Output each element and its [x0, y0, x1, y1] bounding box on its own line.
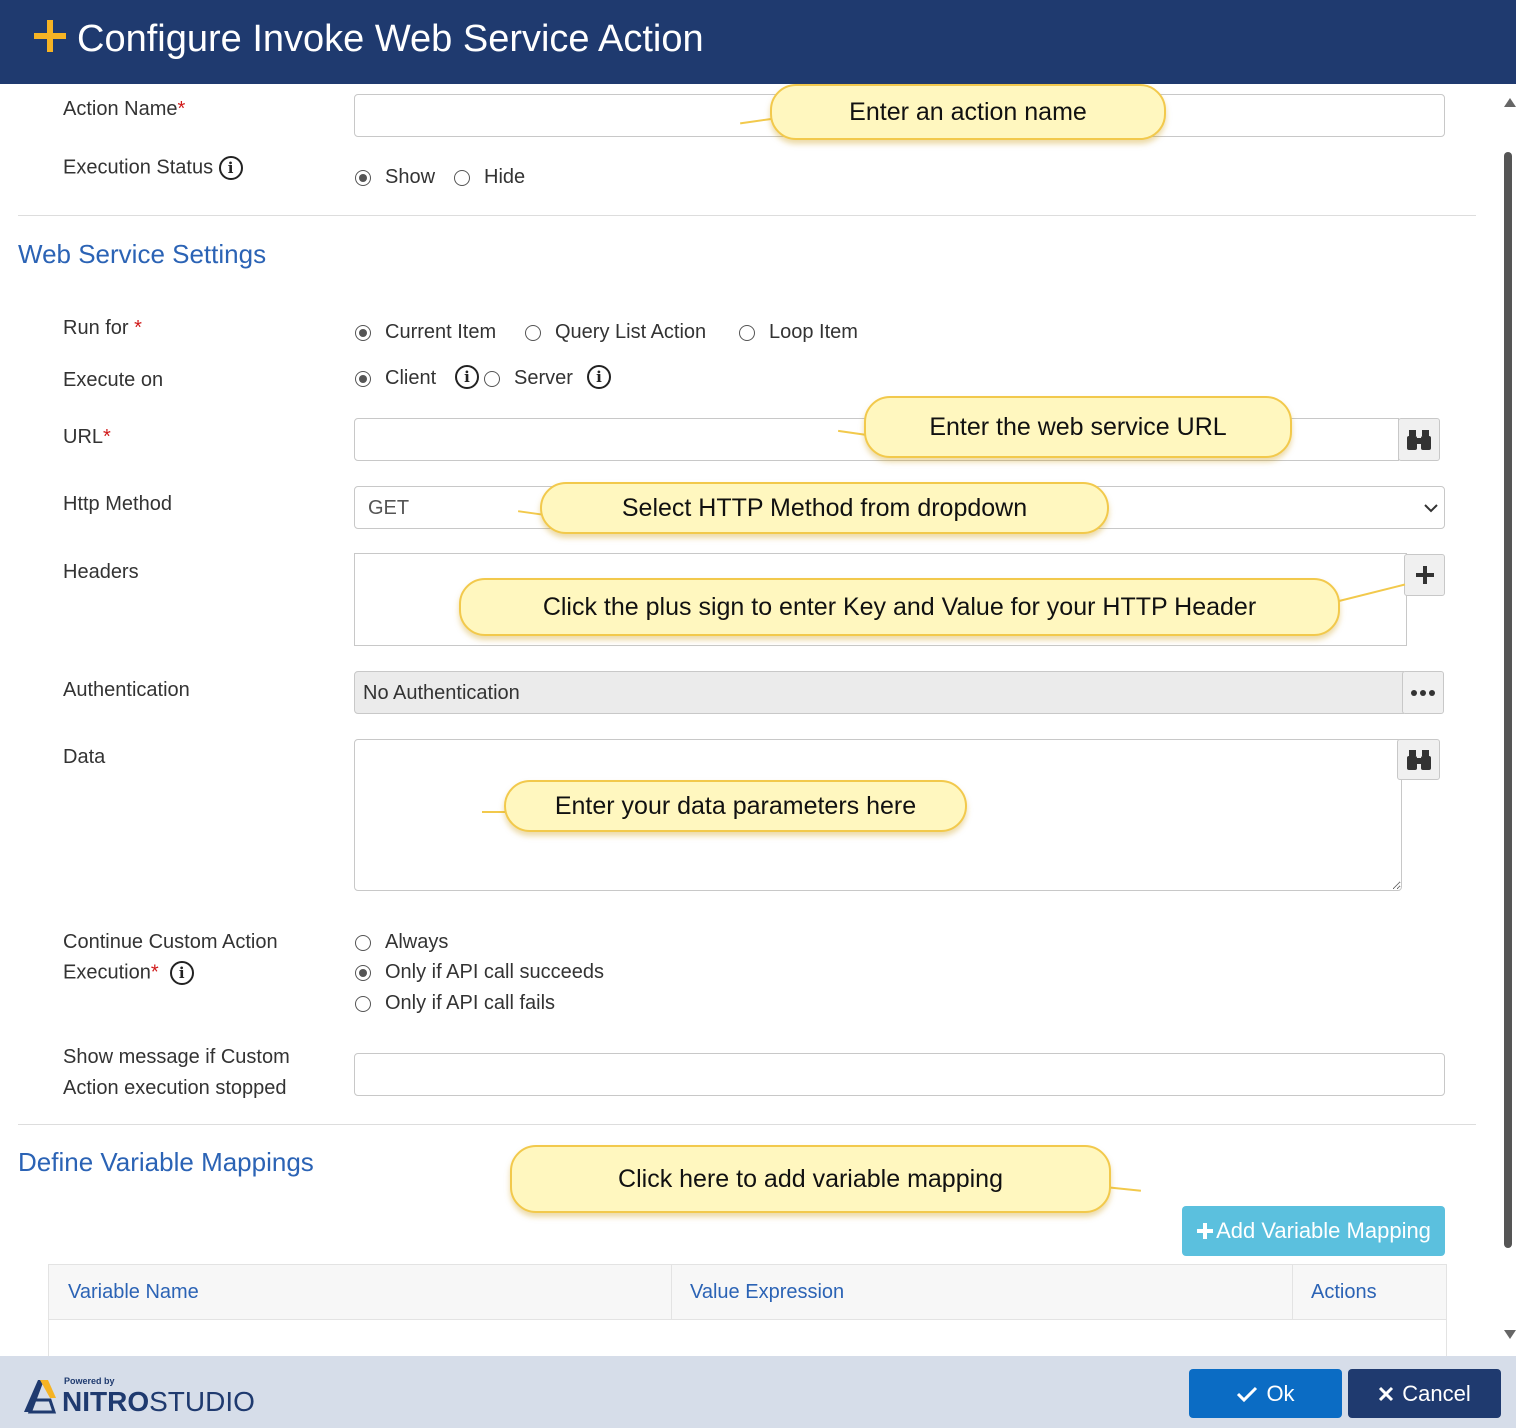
authentication-value: No Authentication [363, 682, 520, 704]
chevron-down-icon [1424, 504, 1438, 513]
binoculars-icon [1407, 429, 1431, 450]
add-variable-mapping-label: Add Variable Mapping [1216, 1218, 1431, 1243]
info-icon[interactable]: i [169, 961, 194, 985]
continue-fail-radio[interactable] [355, 996, 371, 1012]
headers-label: Headers [63, 561, 139, 583]
status-hide-label[interactable]: Hide [484, 166, 525, 189]
authentication-options-button[interactable] [1402, 671, 1444, 714]
dialog-title: Configure Invoke Web Service Action [77, 18, 704, 60]
url-lookup-button[interactable] [1398, 418, 1440, 461]
column-divider [1292, 1264, 1293, 1320]
powered-by-text: Powered by [64, 1376, 115, 1386]
data-lookup-button[interactable] [1397, 739, 1440, 780]
nitro-studio-logo: Powered by NITROSTUDIO [20, 1374, 255, 1418]
continue-always-label[interactable]: Always [385, 931, 448, 954]
stop-message-input[interactable] [354, 1053, 1445, 1096]
http-method-value: GET [368, 497, 410, 519]
plus-icon [1415, 566, 1434, 584]
info-icon[interactable]: i [218, 156, 243, 180]
data-label: Data [63, 746, 106, 768]
run-for-loop-item-label[interactable]: Loop Item [769, 321, 858, 344]
callout-data: Enter your data parameters here [504, 780, 967, 832]
scrollbar-thumb[interactable] [1504, 152, 1512, 1248]
stop-message-label: Show message if Custom [63, 1046, 290, 1068]
callout-action-name: Enter an action name [770, 84, 1166, 140]
scrollbar[interactable] [1500, 88, 1516, 1354]
continue-success-radio[interactable] [355, 965, 371, 981]
run-for-query-list-radio[interactable] [525, 325, 541, 341]
callout-pointer [1106, 1186, 1142, 1192]
cancel-label: Cancel [1402, 1380, 1471, 1406]
execute-on-server-radio[interactable] [484, 371, 500, 387]
binoculars-icon [1406, 749, 1431, 770]
run-for-query-list-label[interactable]: Query List Action [555, 321, 706, 344]
run-for-current-item-radio[interactable] [355, 325, 371, 341]
authentication-field: No Authentication [354, 671, 1404, 714]
execute-on-client-radio[interactable] [355, 371, 371, 387]
continue-execution-label-2: Execution* i [63, 961, 194, 985]
brand-text: NITROSTUDIO [62, 1386, 255, 1418]
ok-label: Ok [1266, 1380, 1295, 1406]
action-name-label: Action Name* [63, 98, 186, 120]
authentication-label: Authentication [63, 679, 190, 701]
column-header-variable-name[interactable]: Variable Name [68, 1281, 199, 1304]
add-header-button[interactable] [1404, 554, 1445, 596]
continue-success-label[interactable]: Only if API call succeeds [385, 961, 604, 984]
execute-on-server-label[interactable]: Server [514, 367, 573, 390]
info-icon[interactable]: i [455, 365, 479, 389]
column-divider [671, 1264, 672, 1320]
callout-headers: Click the plus sign to enter Key and Val… [459, 578, 1340, 636]
run-for-loop-item-radio[interactable] [739, 325, 755, 341]
brand-nitro: NITRO [62, 1386, 150, 1417]
run-for-current-item-label[interactable]: Current Item [385, 321, 496, 344]
variable-mappings-table: Variable Name Value Expression Actions [48, 1264, 1447, 1356]
nitro-logo-icon [24, 1380, 57, 1414]
continue-fail-label[interactable]: Only if API call fails [385, 992, 555, 1015]
scroll-down-arrow[interactable] [1504, 1330, 1516, 1339]
status-show-label[interactable]: Show [385, 166, 435, 189]
callout-url: Enter the web service URL [864, 396, 1292, 458]
divider [18, 215, 1476, 216]
scroll-up-arrow[interactable] [1504, 98, 1516, 107]
url-label: URL* [63, 426, 111, 448]
check-icon [1237, 1386, 1258, 1402]
callout-mapping: Click here to add variable mapping [510, 1145, 1111, 1213]
execute-on-client-label[interactable]: Client [385, 367, 436, 390]
cancel-button[interactable]: Cancel [1348, 1369, 1501, 1418]
variable-mappings-title: Define Variable Mappings [18, 1147, 314, 1177]
ok-button[interactable]: Ok [1189, 1369, 1342, 1418]
info-icon[interactable]: i [587, 365, 611, 389]
web-service-settings-title: Web Service Settings [18, 239, 267, 269]
stop-message-label-2: Action execution stopped [63, 1077, 287, 1099]
ellipsis-icon [1411, 689, 1435, 696]
column-header-value-expression[interactable]: Value Expression [690, 1281, 844, 1304]
add-variable-mapping-button[interactable]: Add Variable Mapping [1182, 1206, 1445, 1256]
run-for-label: Run for * [63, 317, 142, 339]
divider [18, 1124, 1476, 1125]
http-method-label: Http Method [63, 493, 172, 515]
status-hide-radio[interactable] [454, 170, 470, 186]
continue-execution-label: Continue Custom Action [63, 931, 278, 953]
status-show-radio[interactable] [355, 170, 371, 186]
execute-on-label: Execute on [63, 369, 164, 391]
continue-always-radio[interactable] [355, 935, 371, 951]
callout-http-method: Select HTTP Method from dropdown [540, 482, 1109, 534]
close-icon [1379, 1386, 1394, 1401]
execution-status-label: Execution Status i [63, 156, 243, 180]
plus-icon [34, 20, 66, 52]
brand-studio: STUDIO [149, 1386, 255, 1417]
plus-icon [1197, 1223, 1214, 1239]
column-header-actions[interactable]: Actions [1311, 1281, 1377, 1304]
